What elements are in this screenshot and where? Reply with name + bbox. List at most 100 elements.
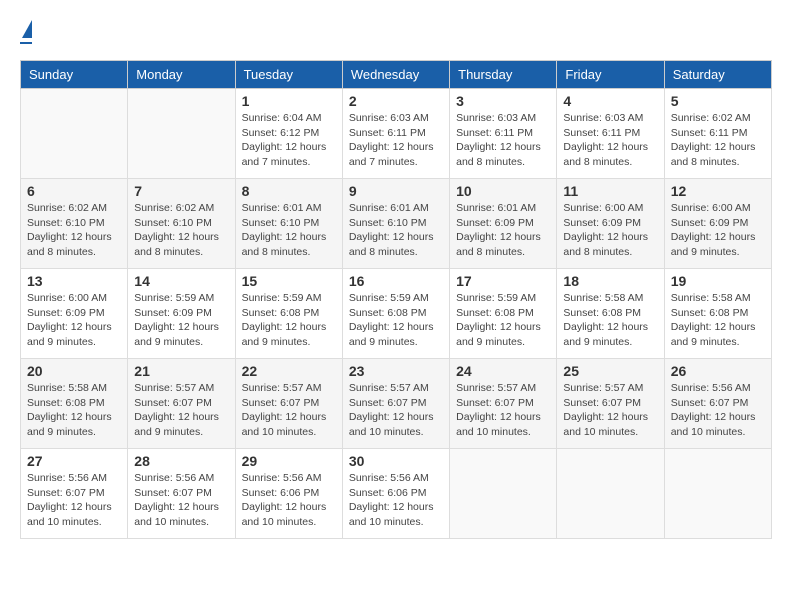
day-info: Sunrise: 6:00 AM Sunset: 6:09 PM Dayligh…	[27, 291, 121, 350]
calendar-cell: 25 Sunrise: 5:57 AM Sunset: 6:07 PM Dayli…	[557, 359, 664, 449]
day-info: Sunrise: 6:00 AM Sunset: 6:09 PM Dayligh…	[563, 201, 657, 260]
day-info: Sunrise: 6:03 AM Sunset: 6:11 PM Dayligh…	[456, 111, 550, 170]
day-info: Sunrise: 6:02 AM Sunset: 6:10 PM Dayligh…	[134, 201, 228, 260]
calendar-cell: 24 Sunrise: 5:57 AM Sunset: 6:07 PM Dayli…	[450, 359, 557, 449]
day-info: Sunrise: 5:56 AM Sunset: 6:07 PM Dayligh…	[27, 471, 121, 530]
day-info: Sunrise: 5:57 AM Sunset: 6:07 PM Dayligh…	[242, 381, 336, 440]
calendar-day-header: Monday	[128, 61, 235, 89]
day-number: 10	[456, 183, 550, 199]
day-number: 21	[134, 363, 228, 379]
calendar-header-row: SundayMondayTuesdayWednesdayThursdayFrid…	[21, 61, 772, 89]
day-number: 17	[456, 273, 550, 289]
day-number: 3	[456, 93, 550, 109]
day-info: Sunrise: 5:57 AM Sunset: 6:07 PM Dayligh…	[134, 381, 228, 440]
day-number: 18	[563, 273, 657, 289]
calendar-cell	[128, 89, 235, 179]
calendar-cell	[21, 89, 128, 179]
day-info: Sunrise: 5:59 AM Sunset: 6:08 PM Dayligh…	[349, 291, 443, 350]
calendar-week-row: 13 Sunrise: 6:00 AM Sunset: 6:09 PM Dayli…	[21, 269, 772, 359]
day-info: Sunrise: 5:58 AM Sunset: 6:08 PM Dayligh…	[671, 291, 765, 350]
calendar-cell	[450, 449, 557, 539]
calendar-day-header: Tuesday	[235, 61, 342, 89]
day-number: 7	[134, 183, 228, 199]
page-header	[20, 20, 772, 44]
calendar-day-header: Wednesday	[342, 61, 449, 89]
calendar-day-header: Thursday	[450, 61, 557, 89]
day-info: Sunrise: 6:03 AM Sunset: 6:11 PM Dayligh…	[563, 111, 657, 170]
day-info: Sunrise: 5:56 AM Sunset: 6:06 PM Dayligh…	[349, 471, 443, 530]
day-number: 16	[349, 273, 443, 289]
day-number: 29	[242, 453, 336, 469]
day-number: 22	[242, 363, 336, 379]
calendar-cell: 9 Sunrise: 6:01 AM Sunset: 6:10 PM Daylig…	[342, 179, 449, 269]
day-info: Sunrise: 5:57 AM Sunset: 6:07 PM Dayligh…	[456, 381, 550, 440]
calendar-cell: 16 Sunrise: 5:59 AM Sunset: 6:08 PM Dayli…	[342, 269, 449, 359]
calendar-cell: 10 Sunrise: 6:01 AM Sunset: 6:09 PM Dayli…	[450, 179, 557, 269]
calendar-cell	[664, 449, 771, 539]
calendar-cell: 27 Sunrise: 5:56 AM Sunset: 6:07 PM Dayli…	[21, 449, 128, 539]
calendar-cell: 21 Sunrise: 5:57 AM Sunset: 6:07 PM Dayli…	[128, 359, 235, 449]
day-info: Sunrise: 6:02 AM Sunset: 6:11 PM Dayligh…	[671, 111, 765, 170]
day-info: Sunrise: 5:56 AM Sunset: 6:06 PM Dayligh…	[242, 471, 336, 530]
day-number: 14	[134, 273, 228, 289]
calendar-cell: 11Sunrise: 6:00 AM Sunset: 6:09 PM Dayli…	[557, 179, 664, 269]
day-info: Sunrise: 5:58 AM Sunset: 6:08 PM Dayligh…	[27, 381, 121, 440]
day-info: Sunrise: 6:03 AM Sunset: 6:11 PM Dayligh…	[349, 111, 443, 170]
calendar-cell: 1 Sunrise: 6:04 AM Sunset: 6:12 PM Daylig…	[235, 89, 342, 179]
calendar-cell	[557, 449, 664, 539]
day-number: 13	[27, 273, 121, 289]
day-number: 30	[349, 453, 443, 469]
day-number: 15	[242, 273, 336, 289]
calendar-cell: 20 Sunrise: 5:58 AM Sunset: 6:08 PM Dayli…	[21, 359, 128, 449]
day-number: 26	[671, 363, 765, 379]
calendar-cell: 5 Sunrise: 6:02 AM Sunset: 6:11 PM Daylig…	[664, 89, 771, 179]
calendar-cell: 14Sunrise: 5:59 AM Sunset: 6:09 PM Dayli…	[128, 269, 235, 359]
day-info: Sunrise: 5:59 AM Sunset: 6:08 PM Dayligh…	[242, 291, 336, 350]
day-info: Sunrise: 6:00 AM Sunset: 6:09 PM Dayligh…	[671, 201, 765, 260]
calendar-cell: 7 Sunrise: 6:02 AM Sunset: 6:10 PM Daylig…	[128, 179, 235, 269]
day-number: 27	[27, 453, 121, 469]
calendar-cell: 22 Sunrise: 5:57 AM Sunset: 6:07 PM Dayli…	[235, 359, 342, 449]
calendar-week-row: 20 Sunrise: 5:58 AM Sunset: 6:08 PM Dayli…	[21, 359, 772, 449]
calendar-cell: 29 Sunrise: 5:56 AM Sunset: 6:06 PM Dayli…	[235, 449, 342, 539]
day-info: Sunrise: 5:57 AM Sunset: 6:07 PM Dayligh…	[349, 381, 443, 440]
day-info: Sunrise: 6:02 AM Sunset: 6:10 PM Dayligh…	[27, 201, 121, 260]
day-info: Sunrise: 5:56 AM Sunset: 6:07 PM Dayligh…	[671, 381, 765, 440]
calendar-cell: 30 Sunrise: 5:56 AM Sunset: 6:06 PM Dayli…	[342, 449, 449, 539]
calendar-day-header: Friday	[557, 61, 664, 89]
day-number: 20	[27, 363, 121, 379]
day-number: 4	[563, 93, 657, 109]
day-info: Sunrise: 6:01 AM Sunset: 6:10 PM Dayligh…	[349, 201, 443, 260]
calendar-table: SundayMondayTuesdayWednesdayThursdayFrid…	[20, 60, 772, 539]
day-number: 28	[134, 453, 228, 469]
day-info: Sunrise: 6:04 AM Sunset: 6:12 PM Dayligh…	[242, 111, 336, 170]
day-number: 8	[242, 183, 336, 199]
day-info: Sunrise: 5:56 AM Sunset: 6:07 PM Dayligh…	[134, 471, 228, 530]
calendar-cell: 12 Sunrise: 6:00 AM Sunset: 6:09 PM Dayli…	[664, 179, 771, 269]
day-info: Sunrise: 6:01 AM Sunset: 6:10 PM Dayligh…	[242, 201, 336, 260]
calendar-cell: 6Sunrise: 6:02 AM Sunset: 6:10 PM Daylig…	[21, 179, 128, 269]
day-number: 1	[242, 93, 336, 109]
calendar-day-header: Saturday	[664, 61, 771, 89]
day-number: 24	[456, 363, 550, 379]
calendar-cell: 23Sunrise: 5:57 AM Sunset: 6:07 PM Dayli…	[342, 359, 449, 449]
day-number: 19	[671, 273, 765, 289]
day-info: Sunrise: 6:01 AM Sunset: 6:09 PM Dayligh…	[456, 201, 550, 260]
day-number: 12	[671, 183, 765, 199]
calendar-week-row: 1 Sunrise: 6:04 AM Sunset: 6:12 PM Daylig…	[21, 89, 772, 179]
calendar-cell: 28 Sunrise: 5:56 AM Sunset: 6:07 PM Dayli…	[128, 449, 235, 539]
calendar-cell: 8 Sunrise: 6:01 AM Sunset: 6:10 PM Daylig…	[235, 179, 342, 269]
calendar-day-header: Sunday	[21, 61, 128, 89]
logo	[20, 20, 32, 44]
day-info: Sunrise: 5:57 AM Sunset: 6:07 PM Dayligh…	[563, 381, 657, 440]
calendar-cell: 19 Sunrise: 5:58 AM Sunset: 6:08 PM Dayli…	[664, 269, 771, 359]
calendar-cell: 17Sunrise: 5:59 AM Sunset: 6:08 PM Dayli…	[450, 269, 557, 359]
calendar-cell: 13 Sunrise: 6:00 AM Sunset: 6:09 PM Dayli…	[21, 269, 128, 359]
day-number: 25	[563, 363, 657, 379]
calendar-cell: 18 Sunrise: 5:58 AM Sunset: 6:08 PM Dayli…	[557, 269, 664, 359]
logo-triangle-icon	[22, 20, 32, 38]
day-info: Sunrise: 5:58 AM Sunset: 6:08 PM Dayligh…	[563, 291, 657, 350]
day-number: 9	[349, 183, 443, 199]
day-number: 5	[671, 93, 765, 109]
logo-underline	[20, 42, 32, 44]
